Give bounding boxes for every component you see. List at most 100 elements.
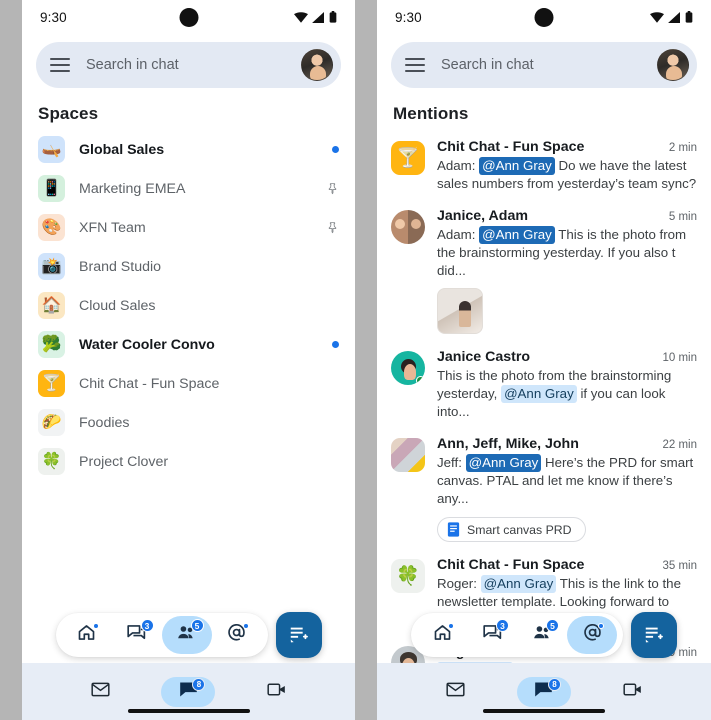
space-name: Global Sales <box>79 141 165 158</box>
system-nav-meet[interactable] <box>250 677 304 707</box>
mail-icon <box>90 679 111 705</box>
space-list-item[interactable]: 🛶 Global Sales <box>22 130 355 169</box>
battery-icon <box>329 11 337 23</box>
compose-icon <box>290 627 308 643</box>
search-input[interactable]: Search in chat <box>441 57 657 73</box>
space-emoji-icon: 🍸 <box>38 370 65 397</box>
home-gesture-bar[interactable] <box>127 709 250 713</box>
nav-button-mentions[interactable] <box>567 616 617 654</box>
document-attachment-chip[interactable]: Smart canvas PRD <box>437 517 586 542</box>
mention-snippet: Adam: @Ann Gray This is the photo from t… <box>437 226 697 280</box>
user-mention-chip[interactable]: @Ann Gray <box>479 157 555 175</box>
space-list-item[interactable]: 🥦 Water Cooler Convo <box>22 325 355 364</box>
nav-button-spaces[interactable]: 5 <box>517 616 567 654</box>
mentions-list: 🍸 Chit Chat - Fun Space 2 min Adam: @Ann Gr… <box>377 130 711 663</box>
nav-dot-badge <box>448 623 454 629</box>
mention-list-item[interactable]: 🍸 Chit Chat - Fun Space 2 min Adam: @Ann Gr… <box>377 130 711 199</box>
mention-header: Janice Castro 10 min <box>437 349 697 365</box>
space-list-item[interactable]: 🍸 Chit Chat - Fun Space <box>22 364 355 403</box>
nav-dot-badge <box>92 623 99 629</box>
mention-timestamp: 5 min <box>668 211 697 223</box>
search-bar[interactable]: Search in chat <box>36 42 341 88</box>
mention-body: Janice, Adam 5 min Adam: @Ann Gray This is… <box>437 208 697 334</box>
system-nav-meet[interactable] <box>606 677 660 707</box>
nav-button-home[interactable] <box>417 616 467 654</box>
user-mention-chip[interactable]: @Ann Gray <box>501 385 577 403</box>
mention-list-item[interactable]: Janice Castro 10 min This is the photo fro… <box>377 340 711 427</box>
compose-fab-button[interactable] <box>275 612 322 658</box>
search-bar-container: Search in chat <box>377 34 711 94</box>
space-emoji-icon: 🍀 <box>38 448 65 475</box>
space-row-status <box>332 146 339 153</box>
mention-avatar <box>391 210 425 244</box>
space-name: Foodies <box>79 414 130 431</box>
space-list-item[interactable]: 🎨 XFN Team <box>22 208 355 247</box>
nav-button-spaces[interactable]: 5 <box>161 616 212 654</box>
search-input[interactable]: Search in chat <box>86 57 301 73</box>
nav-button-chat[interactable]: 3 <box>467 616 517 654</box>
space-list-item[interactable]: 🌮 Foodies <box>22 403 355 442</box>
space-emoji-icon: 🌮 <box>38 409 65 436</box>
mention-header: Janice, Adam 5 min <box>437 208 697 224</box>
system-nav-mail[interactable] <box>428 677 482 707</box>
home-gesture-bar[interactable] <box>483 709 605 713</box>
user-mention-chip[interactable]: @Ann Gray <box>480 575 557 593</box>
user-avatar[interactable] <box>657 49 689 81</box>
space-list-item[interactable]: 🏠 Cloud Sales <box>22 286 355 325</box>
space-emoji-icon: 🥦 <box>38 331 65 358</box>
space-row-status <box>332 341 339 348</box>
photo-attachment-thumbnail[interactable] <box>437 288 483 334</box>
status-time: 9:30 <box>40 9 67 25</box>
user-avatar[interactable] <box>301 49 333 81</box>
mention-sender: Adam: <box>437 227 476 242</box>
camera-punch-hole <box>534 8 554 27</box>
nav-badge: 5 <box>546 619 559 632</box>
mention-list-item[interactable]: Ann, Jeff, Mike, John 22 min Jeff: @Ann Gr… <box>377 427 711 548</box>
space-list-item[interactable]: 📱 Marketing EMEA <box>22 169 355 208</box>
user-mention-chip[interactable]: @Ann Gray <box>465 454 542 472</box>
mention-avatar: 🍀 <box>391 559 425 593</box>
mention-avatar <box>391 438 425 472</box>
right-phone-screen: 9:30 Search in chat Mentions 🍸 Chit Chat … <box>377 0 711 720</box>
online-presence-dot <box>416 376 425 385</box>
compose-fab-button[interactable] <box>631 612 677 658</box>
space-list-item[interactable]: 🍀 Project Clover <box>22 442 355 481</box>
attachment-label: Smart canvas PRD <box>467 522 572 537</box>
mention-list-item[interactable]: Janice, Adam 5 min Adam: @Ann Gray This is… <box>377 199 711 340</box>
system-nav-chat[interactable]: 8 <box>516 676 571 707</box>
page-title: Spaces <box>38 104 99 123</box>
mention-header: Chit Chat - Fun Space 35 min <box>437 557 697 573</box>
nav-button-mentions[interactable] <box>212 616 262 654</box>
space-list-item[interactable]: 📸 Brand Studio <box>22 247 355 286</box>
mention-header: Chit Chat - Fun Space 2 min <box>437 139 697 155</box>
space-name: Marketing EMEA <box>79 180 186 197</box>
left-phone-screen: 9:30 Search in chat Spaces 🛶 Global Sales… <box>22 0 355 720</box>
system-nav-chat[interactable]: 8 <box>161 676 216 707</box>
system-bottom-bar: 8 <box>377 663 711 720</box>
user-mention-chip[interactable]: @Ann Gray <box>479 226 555 244</box>
signal-icon <box>668 11 680 23</box>
mention-title: Chit Chat - Fun Space <box>437 557 585 573</box>
system-nav-mail[interactable] <box>73 677 127 707</box>
nav-button-home[interactable] <box>62 616 112 654</box>
hamburger-menu-icon[interactable] <box>405 58 425 72</box>
hamburger-menu-icon[interactable] <box>50 58 70 72</box>
mention-sender: Roger: <box>437 576 477 591</box>
space-emoji-icon: 🛶 <box>38 136 65 163</box>
nav-button-chat[interactable]: 3 <box>112 616 162 654</box>
mention-title: Janice Castro <box>437 349 531 365</box>
nav-pill: 35 <box>411 613 623 657</box>
mention-sender: Adam: <box>437 158 476 173</box>
mention-snippet: This is the photo from the brainstorming… <box>437 367 697 421</box>
search-bar[interactable]: Search in chat <box>391 42 697 88</box>
app-bottom-nav-left: 35 <box>22 612 355 658</box>
space-name: XFN Team <box>79 219 146 236</box>
nav-badge: 3 <box>496 619 509 632</box>
nav-badge: 3 <box>140 619 154 632</box>
space-name: Project Clover <box>79 453 169 470</box>
google-docs-icon <box>447 522 460 537</box>
mention-header: Ann, Jeff, Mike, John 22 min <box>437 436 697 452</box>
pin-icon <box>328 183 337 195</box>
mention-message-text: Do we have the latest sales numbers from… <box>437 158 697 191</box>
wifi-icon <box>650 11 664 23</box>
